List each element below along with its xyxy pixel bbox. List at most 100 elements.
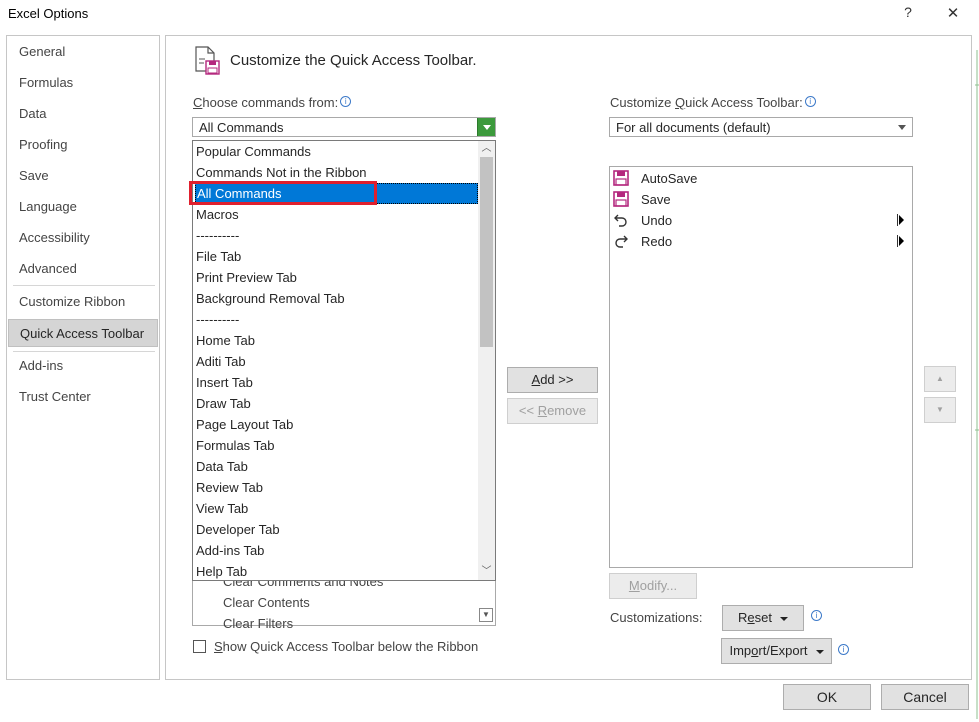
scroll-down-arrow-icon[interactable]: ▼: [479, 608, 493, 622]
reset-button[interactable]: Reset: [722, 605, 804, 631]
nav-item-add-ins[interactable]: Add-ins: [8, 352, 158, 380]
dropdown-item[interactable]: Add-ins Tab: [196, 540, 264, 561]
list-item[interactable]: Clear Contents: [223, 595, 310, 610]
nav-item-customize-ribbon[interactable]: Customize Ribbon: [8, 288, 158, 316]
info-icon[interactable]: i: [811, 610, 822, 621]
customize-label-rest: uick Access Toolbar:: [685, 95, 803, 110]
qat-item-redo[interactable]: Redo: [612, 231, 910, 252]
info-icon[interactable]: i: [804, 96, 816, 107]
scroll-down-icon[interactable]: ﹀: [478, 564, 495, 580]
customize-qat-combo[interactable]: For all documents (default): [609, 117, 913, 137]
dropdown-item[interactable]: Insert Tab: [196, 372, 253, 393]
nav-divider: [13, 285, 155, 286]
dropdown-item[interactable]: Print Preview Tab: [196, 267, 297, 288]
info-icon[interactable]: i: [340, 96, 352, 107]
choose-label-text: hoose commands from:: [202, 95, 339, 110]
dropdown-item[interactable]: Popular Commands: [196, 141, 311, 162]
toolbar-customize-icon: [193, 45, 221, 77]
dropdown-item[interactable]: Draw Tab: [196, 393, 251, 414]
nav-item-quick-access-toolbar[interactable]: Quick Access Toolbar: [8, 319, 158, 347]
close-button[interactable]: ✕: [941, 4, 965, 24]
qat-item-autosave[interactable]: AutoSave: [612, 168, 910, 189]
help-button[interactable]: ?: [896, 4, 920, 24]
reset-info: i: [809, 609, 822, 624]
nav-item-general[interactable]: General: [8, 38, 158, 66]
dropdown-item[interactable]: View Tab: [196, 498, 248, 519]
dropdown-item[interactable]: File Tab: [196, 246, 241, 267]
dropdown-item[interactable]: Help Tab: [196, 561, 247, 580]
scroll-up-icon[interactable]: ︿: [478, 141, 495, 157]
qat-item-undo[interactable]: Undo: [612, 210, 910, 231]
dropdown-scrollbar[interactable]: ︿ ﹀: [478, 141, 495, 580]
cancel-button[interactable]: Cancel: [881, 684, 969, 710]
reset-label: set: [754, 610, 772, 625]
title-bar: [0, 0, 979, 30]
show-below-ribbon-label[interactable]: Show Quick Access Toolbar below the Ribb…: [214, 639, 478, 654]
import-prefix: Imp: [729, 643, 752, 658]
window-title: Excel Options: [8, 6, 89, 21]
move-down-button[interactable]: ▼: [924, 397, 956, 423]
nav-item-data[interactable]: Data: [8, 100, 158, 128]
import-export-button[interactable]: Import/Export: [721, 638, 832, 664]
save-disk-icon: [613, 191, 629, 207]
add-button[interactable]: Add >>: [507, 367, 598, 393]
import-label: rt/Export: [758, 643, 808, 658]
highlight-annotation-box: [189, 181, 377, 205]
import-export-info: i: [836, 643, 849, 658]
choose-commands-dropdown[interactable]: Popular Commands Commands Not in the Rib…: [192, 140, 496, 581]
qat-item-save[interactable]: Save: [612, 189, 910, 210]
dropdown-item[interactable]: Background Removal Tab: [196, 288, 345, 309]
submenu-arrow-icon: [897, 235, 904, 247]
choose-commands-combo[interactable]: All Commands: [192, 117, 496, 137]
dropdown-item[interactable]: Formulas Tab: [196, 435, 275, 456]
options-nav: General Formulas Data Proofing Save Lang…: [6, 35, 160, 680]
qat-commands-list[interactable]: AutoSave Save Undo Redo: [609, 166, 913, 568]
list-item[interactable]: Clear Filters: [223, 616, 293, 631]
customizations-label: Customizations:: [610, 610, 703, 625]
reset-prefix: R: [738, 610, 748, 625]
info-icon[interactable]: i: [838, 644, 849, 655]
nav-item-trust-center[interactable]: Trust Center: [8, 383, 158, 411]
nav-item-formulas[interactable]: Formulas: [8, 69, 158, 97]
nav-item-proofing[interactable]: Proofing: [8, 131, 158, 159]
customize-qat-label: Customize Quick Access Toolbar: i: [610, 95, 816, 110]
dropdown-separator: ----------: [196, 228, 240, 243]
chevron-down-icon[interactable]: [898, 125, 906, 130]
dropdown-item[interactable]: Commands Not in the Ribbon: [196, 162, 367, 183]
chevron-down-icon[interactable]: [477, 118, 495, 136]
add-label: dd >>: [540, 372, 574, 387]
dropdown-item[interactable]: Developer Tab: [196, 519, 280, 540]
ok-button[interactable]: OK: [783, 684, 871, 710]
page-heading: Customize the Quick Access Toolbar.: [230, 52, 477, 69]
qat-item-label: AutoSave: [641, 171, 698, 186]
dropdown-separator: ----------: [196, 312, 240, 327]
nav-item-accessibility[interactable]: Accessibility: [8, 224, 158, 252]
chevron-down-icon: [815, 649, 824, 654]
submenu-arrow-icon: [897, 214, 904, 226]
add-accel: A: [531, 372, 541, 387]
choose-label-accel: C: [193, 95, 203, 110]
qat-item-label: Undo: [641, 213, 673, 228]
dropdown-item[interactable]: Review Tab: [196, 477, 263, 498]
dropdown-item[interactable]: Page Layout Tab: [196, 414, 293, 435]
show-below-text: how Quick Access Toolbar below the Ribbo…: [222, 639, 479, 654]
dropdown-item[interactable]: Macros: [196, 204, 239, 225]
nav-item-advanced[interactable]: Advanced: [8, 255, 158, 283]
nav-item-save[interactable]: Save: [8, 162, 158, 190]
modify-button[interactable]: Modify...: [609, 573, 697, 599]
dropdown-item[interactable]: Home Tab: [196, 330, 255, 351]
scroll-thumb[interactable]: [480, 157, 493, 347]
dropdown-item[interactable]: Aditi Tab: [196, 351, 246, 372]
background-window-edge: [975, 0, 979, 719]
show-below-ribbon-checkbox[interactable]: [193, 640, 206, 653]
modify-label: odify...: [639, 578, 678, 593]
remove-button[interactable]: << Remove: [507, 398, 598, 424]
nav-item-language[interactable]: Language: [8, 193, 158, 221]
dropdown-item[interactable]: Data Tab: [196, 456, 248, 477]
qat-item-label: Save: [641, 192, 671, 207]
reset-accel: e: [747, 610, 755, 625]
customize-qat-value: For all documents (default): [616, 120, 771, 135]
move-up-button[interactable]: ▲: [924, 366, 956, 392]
remove-label: emove: [547, 403, 587, 418]
choose-commands-value: All Commands: [199, 120, 284, 135]
